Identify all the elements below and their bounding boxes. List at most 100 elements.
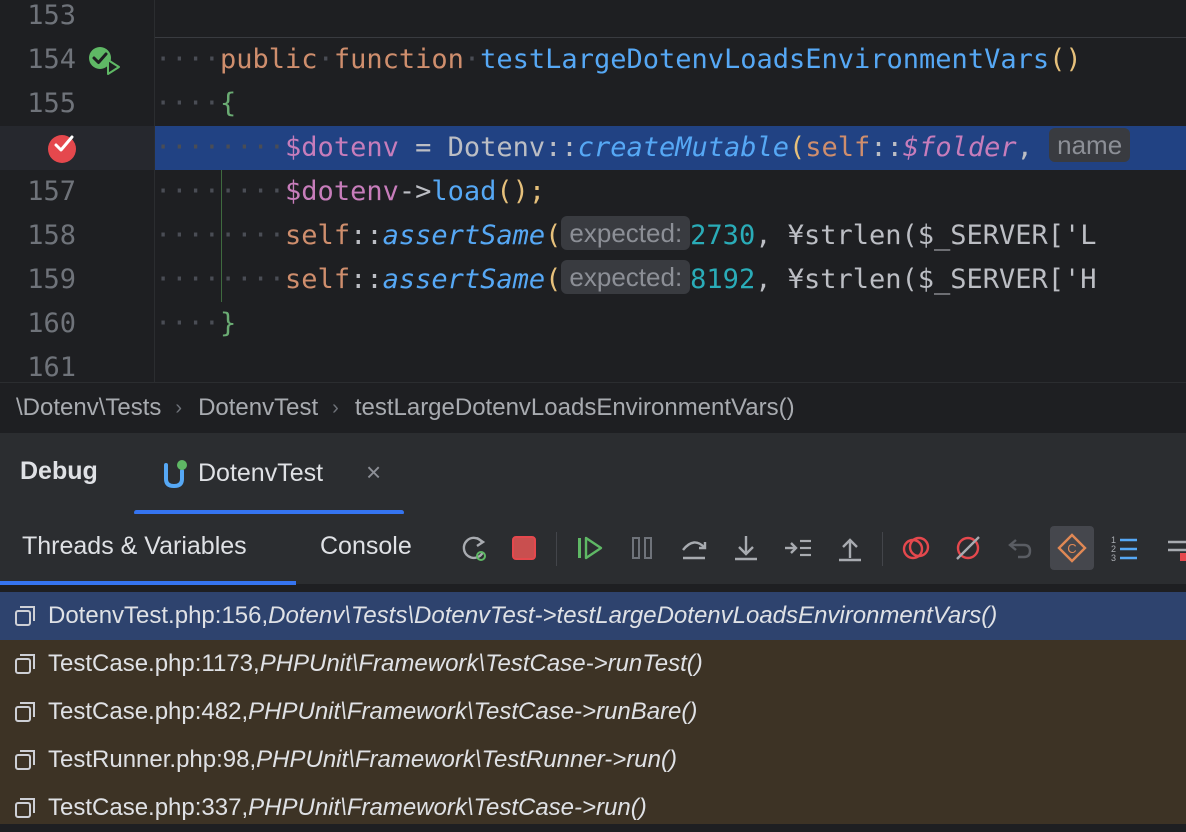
parameter-hint: expected: [561,260,691,294]
pause-icon[interactable] [624,530,660,566]
number-literal: 8192 [690,264,756,295]
frame-row[interactable]: TestCase.php:1173, PHPUnit\Framework\Tes… [0,640,1186,688]
keyword: self [805,132,871,163]
frame-icon [15,750,35,770]
frame-location: TestCase.php:337, [48,794,249,821]
breadcrumb-separator: › [332,396,339,419]
stop-icon[interactable] [506,530,542,566]
breadcrumb: \Dotenv\Tests › DotenvTest › testLargeDo… [0,382,1186,433]
frame-method: PHPUnit\Framework\TestCase->runTest() [259,650,703,677]
phpunit-session-icon [164,460,187,489]
code-line-159[interactable]: ········self::assertSame(expected: 8192, … [155,258,1186,302]
frame-icon [15,606,35,626]
paren: ( [789,132,806,163]
frame-row[interactable]: TestCase.php:337, PHPUnit\Framework\Test… [0,784,1186,832]
breadcrumb-separator: › [175,396,183,419]
code-rest: , ¥strlen($_SERVER['H [755,264,1097,295]
keyword: self [285,264,351,295]
svg-text:3: 3 [1111,553,1116,563]
frame-location: DotenvTest.php:156, [48,602,269,629]
line-number: 157 [27,176,76,207]
debug-toolbar: Threads & Variables Console C 123 [0,514,1186,585]
variable: $dotenv [285,176,399,207]
step-over-icon[interactable] [676,530,712,566]
frame-method: Dotenv\Tests\DotenvTest->testLargeDotenv… [268,602,998,629]
class-name: Dotenv [447,132,546,163]
rerun-icon[interactable] [456,530,492,566]
frame-icon [15,702,35,722]
operator: = [398,132,448,163]
line-number: 155 [27,88,76,119]
keyword: self [285,220,351,251]
step-into-icon[interactable] [728,530,764,566]
view-breakpoints-icon[interactable] [898,530,934,566]
mute-breakpoints-icon[interactable] [950,530,986,566]
code-line-154[interactable]: ····public·function·testLargeDotenvLoads… [155,37,1186,82]
close-icon[interactable]: × [366,457,381,488]
code-line-160[interactable]: ····} [155,302,1186,346]
line-numbers-icon[interactable]: 123 [1106,530,1142,566]
breakpoint-icon[interactable] [46,132,78,164]
frame-location: TestRunner.php:98, [48,746,257,773]
line-number: 161 [27,352,76,382]
number-literal: 2730 [690,220,756,251]
line-number: 159 [27,264,76,295]
code-line-158[interactable]: ········self::assertSame(expected: 2730, … [155,214,1186,258]
code-editor[interactable]: 153 154 155 157 158 159 160 161 ····publ… [0,0,1186,382]
resume-icon[interactable] [572,530,608,566]
arrow-operator: -> [398,176,432,207]
line-number: 160 [27,308,76,339]
brace: { [220,88,237,119]
debug-title: Debug [20,457,98,485]
keyword: public [220,44,318,75]
frame-method: PHPUnit\Framework\TestRunner->run() [256,746,677,773]
frame-icon [15,654,35,674]
comma: , [1016,132,1050,163]
frame-location: TestCase.php:1173, [48,650,260,677]
step-into-my-code-icon[interactable] [780,530,816,566]
scope-operator: :: [350,220,383,251]
parameter-hint: expected: [561,216,691,250]
code-line-157[interactable]: ········$dotenv->load(); [155,170,1186,214]
step-out-icon[interactable] [832,530,868,566]
session-tab-label: DotenvTest [198,459,324,487]
scope-operator: :: [870,132,903,163]
line-number: 158 [27,220,76,251]
frame-method: PHPUnit\Framework\TestCase->run() [248,794,647,821]
evaluate-icon[interactable]: C [1050,526,1094,570]
tab-threads-variables[interactable]: Threads & Variables [22,532,247,561]
scope-operator: :: [545,132,578,163]
code-line-155[interactable]: ····{ [155,82,1186,126]
editor-gutter[interactable]: 153 154 155 157 158 159 160 161 [0,0,155,382]
active-subtab-indicator [0,581,296,585]
frame-method: PHPUnit\Framework\TestCase->runBare() [248,698,698,725]
run-test-passed-icon[interactable] [88,46,122,76]
frame-icon [15,798,35,818]
frames-list[interactable]: DotenvTest.php:156, Dotenv\Tests\DotenvT… [0,592,1186,824]
frame-row[interactable]: TestCase.php:482, PHPUnit\Framework\Test… [0,688,1186,736]
scope-operator: :: [350,264,383,295]
toolbar-separator [882,532,883,566]
debug-session-tab[interactable]: DotenvTest × [134,433,404,515]
function-name: testLargeDotenvLoadsEnvironmentVars [480,44,1050,75]
paren: ( [545,220,562,251]
method-name: load [431,176,497,207]
parentheses: () [1049,44,1082,75]
paren: ( [545,264,562,295]
method-name: createMutable [577,132,790,163]
breadcrumb-namespace[interactable]: \Dotenv\Tests [0,394,161,422]
toolbar-separator [556,532,557,566]
method-name: assertSame [382,264,546,295]
parameter-hint: name [1049,128,1131,162]
frame-row[interactable]: TestRunner.php:98, PHPUnit\Framework\Tes… [0,736,1186,784]
code-line-156-execution-point[interactable]: ········$dotenv = Dotenv::createMutable(… [155,126,1186,170]
breadcrumb-class[interactable]: DotenvTest [182,394,318,422]
tab-console[interactable]: Console [320,532,412,561]
more-icon[interactable] [1160,530,1186,566]
frame-location: TestCase.php:482, [48,698,249,725]
frame-row[interactable]: DotenvTest.php:156, Dotenv\Tests\DotenvT… [0,592,1186,640]
reset-frame-icon[interactable] [1002,530,1038,566]
breadcrumb-method[interactable]: testLargeDotenvLoadsEnvironmentVars() [339,394,795,422]
code-rest: , ¥strlen($_SERVER['L [755,220,1097,251]
call-tail: (); [496,176,546,207]
